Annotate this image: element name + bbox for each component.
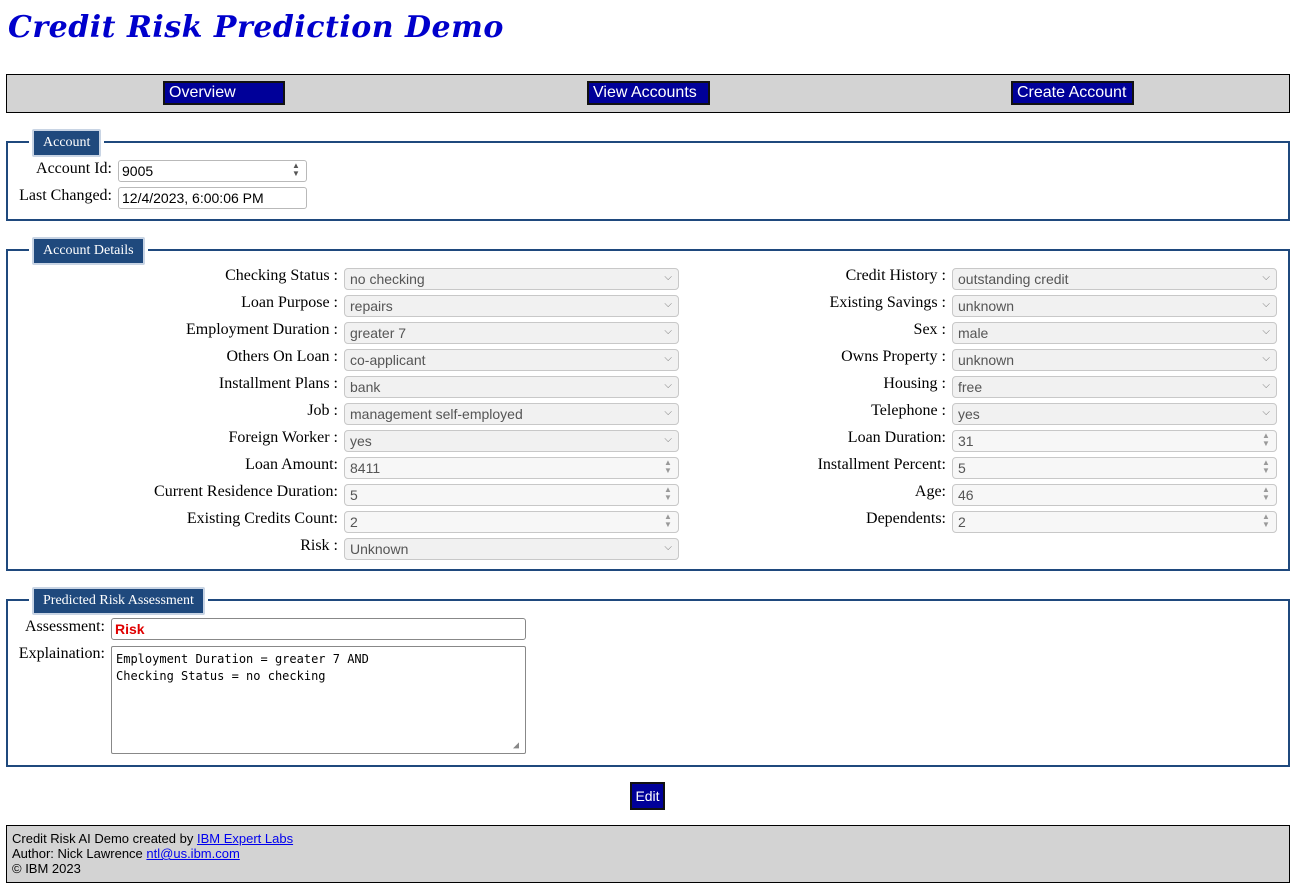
author-email-link[interactable]: ntl@us.ibm.com	[146, 846, 239, 861]
select-dropdown[interactable]: unknown ⌵	[952, 349, 1277, 371]
field-label: Existing Savings :	[829, 294, 946, 311]
chevron-down-icon: ⌵	[1262, 407, 1270, 418]
account-details-fieldset: Account Details Checking Status : no chec…	[6, 237, 1290, 571]
prediction-legend: Predicted Risk Assessment	[32, 587, 205, 615]
select-dropdown[interactable]: greater 7 ⌵	[344, 322, 679, 344]
last-changed-label: Last Changed:	[19, 187, 112, 204]
spinner-icon[interactable]: ▲ ▼	[290, 162, 302, 180]
spinner-icon: ▲ ▼	[1262, 431, 1270, 448]
nav-bar: Overview View Accounts Create Account	[6, 74, 1290, 113]
chevron-down-icon: ⌵	[1262, 272, 1270, 283]
edit-button[interactable]: Edit	[630, 782, 665, 810]
page-title: Credit Risk Prediction Demo	[8, 10, 504, 45]
view-accounts-button[interactable]: View Accounts	[587, 81, 710, 105]
assessment-field[interactable]: Risk	[111, 618, 526, 640]
select-dropdown[interactable]: outstanding credit ⌵	[952, 268, 1277, 290]
account-id-label: Account Id:	[36, 160, 112, 177]
field-label: Risk :	[300, 537, 338, 554]
overview-button[interactable]: Overview	[163, 81, 285, 105]
field-label: Loan Purpose :	[241, 294, 338, 311]
field-label: Current Residence Duration:	[154, 483, 338, 500]
number-input[interactable]: 8411 ▲ ▼	[344, 457, 679, 479]
number-input[interactable]: 2 ▲ ▼	[952, 511, 1277, 533]
number-input[interactable]: 5 ▲ ▼	[952, 457, 1277, 479]
field-label: Checking Status :	[225, 267, 338, 284]
account-legend: Account	[32, 129, 102, 157]
spinner-icon: ▲ ▼	[1262, 485, 1270, 502]
select-dropdown[interactable]: yes ⌵	[952, 403, 1277, 425]
footer: Credit Risk AI Demo created by IBM Exper…	[6, 825, 1290, 883]
spinner-icon: ▲ ▼	[664, 458, 672, 475]
chevron-down-icon: ⌵	[664, 407, 672, 418]
chevron-down-icon: ⌵	[1262, 299, 1270, 310]
chevron-down-icon: ⌵	[664, 272, 672, 283]
field-label: Age:	[914, 483, 946, 500]
ibm-expert-labs-link[interactable]: IBM Expert Labs	[197, 831, 293, 846]
select-dropdown[interactable]: yes ⌵	[344, 430, 679, 452]
field-label: Installment Plans :	[218, 375, 338, 392]
select-dropdown[interactable]: no checking ⌵	[344, 268, 679, 290]
chevron-down-icon: ⌵	[1262, 380, 1270, 391]
chevron-down-icon: ⌵	[664, 380, 672, 391]
prediction-fieldset: Predicted Risk Assessment Assessment: Ri…	[6, 587, 1290, 767]
last-changed-input[interactable]: 12/4/2023, 6:00:06 PM	[118, 187, 307, 209]
select-dropdown[interactable]: free ⌵	[952, 376, 1277, 398]
field-label: Others On Loan :	[226, 348, 338, 365]
field-label: Employment Duration :	[186, 321, 338, 338]
explanation-label: Explaination:	[18, 645, 105, 662]
select-dropdown[interactable]: repairs ⌵	[344, 295, 679, 317]
select-dropdown[interactable]: Unknown ⌵	[344, 538, 679, 560]
field-label: Job :	[307, 402, 338, 419]
field-label: Loan Amount:	[245, 456, 338, 473]
spinner-icon: ▲ ▼	[1262, 458, 1270, 475]
resize-grip-icon[interactable]: ◢	[513, 741, 523, 751]
chevron-down-icon: ⌵	[1262, 353, 1270, 364]
select-dropdown[interactable]: male ⌵	[952, 322, 1277, 344]
account-id-input[interactable]: 9005 ▲ ▼	[118, 160, 307, 182]
create-account-button[interactable]: Create Account	[1011, 81, 1134, 105]
field-label: Installment Percent:	[817, 456, 946, 473]
field-label: Housing :	[883, 375, 946, 392]
chevron-down-icon: ⌵	[664, 353, 672, 364]
select-dropdown[interactable]: co-applicant ⌵	[344, 349, 679, 371]
field-label: Telephone :	[871, 402, 946, 419]
field-label: Existing Credits Count:	[186, 510, 338, 527]
chevron-down-icon: ⌵	[664, 434, 672, 445]
field-label: Dependents:	[866, 510, 946, 527]
assessment-label: Assessment:	[25, 618, 105, 635]
chevron-down-icon: ⌵	[664, 542, 672, 553]
select-dropdown[interactable]: unknown ⌵	[952, 295, 1277, 317]
number-input[interactable]: 5 ▲ ▼	[344, 484, 679, 506]
field-label: Owns Property :	[841, 348, 946, 365]
field-label: Foreign Worker :	[228, 429, 338, 446]
number-input[interactable]: 46 ▲ ▼	[952, 484, 1277, 506]
spinner-icon: ▲ ▼	[664, 512, 672, 529]
select-dropdown[interactable]: management self-employed ⌵	[344, 403, 679, 425]
chevron-down-icon: ⌵	[664, 299, 672, 310]
footer-author: Author: Nick Lawrence ntl@us.ibm.com	[12, 846, 240, 861]
select-dropdown[interactable]: bank ⌵	[344, 376, 679, 398]
account-details-legend: Account Details	[32, 237, 145, 265]
field-label: Loan Duration:	[847, 429, 946, 446]
spinner-icon: ▲ ▼	[664, 485, 672, 502]
footer-credit: Credit Risk AI Demo created by IBM Exper…	[12, 831, 294, 846]
footer-copyright: © IBM 2023	[12, 861, 81, 876]
number-input[interactable]: 2 ▲ ▼	[344, 511, 679, 533]
account-fieldset: Account Account Id: 9005 ▲ ▼ Last Changed…	[6, 129, 1290, 221]
number-input[interactable]: 31 ▲ ▼	[952, 430, 1277, 452]
chevron-down-icon: ⌵	[664, 326, 672, 337]
explanation-textarea[interactable]: Employment Duration = greater 7 AND Chec…	[111, 646, 526, 754]
chevron-down-icon: ⌵	[1262, 326, 1270, 337]
spinner-icon: ▲ ▼	[1262, 512, 1270, 529]
field-label: Sex :	[913, 321, 946, 338]
field-label: Credit History :	[845, 267, 946, 284]
